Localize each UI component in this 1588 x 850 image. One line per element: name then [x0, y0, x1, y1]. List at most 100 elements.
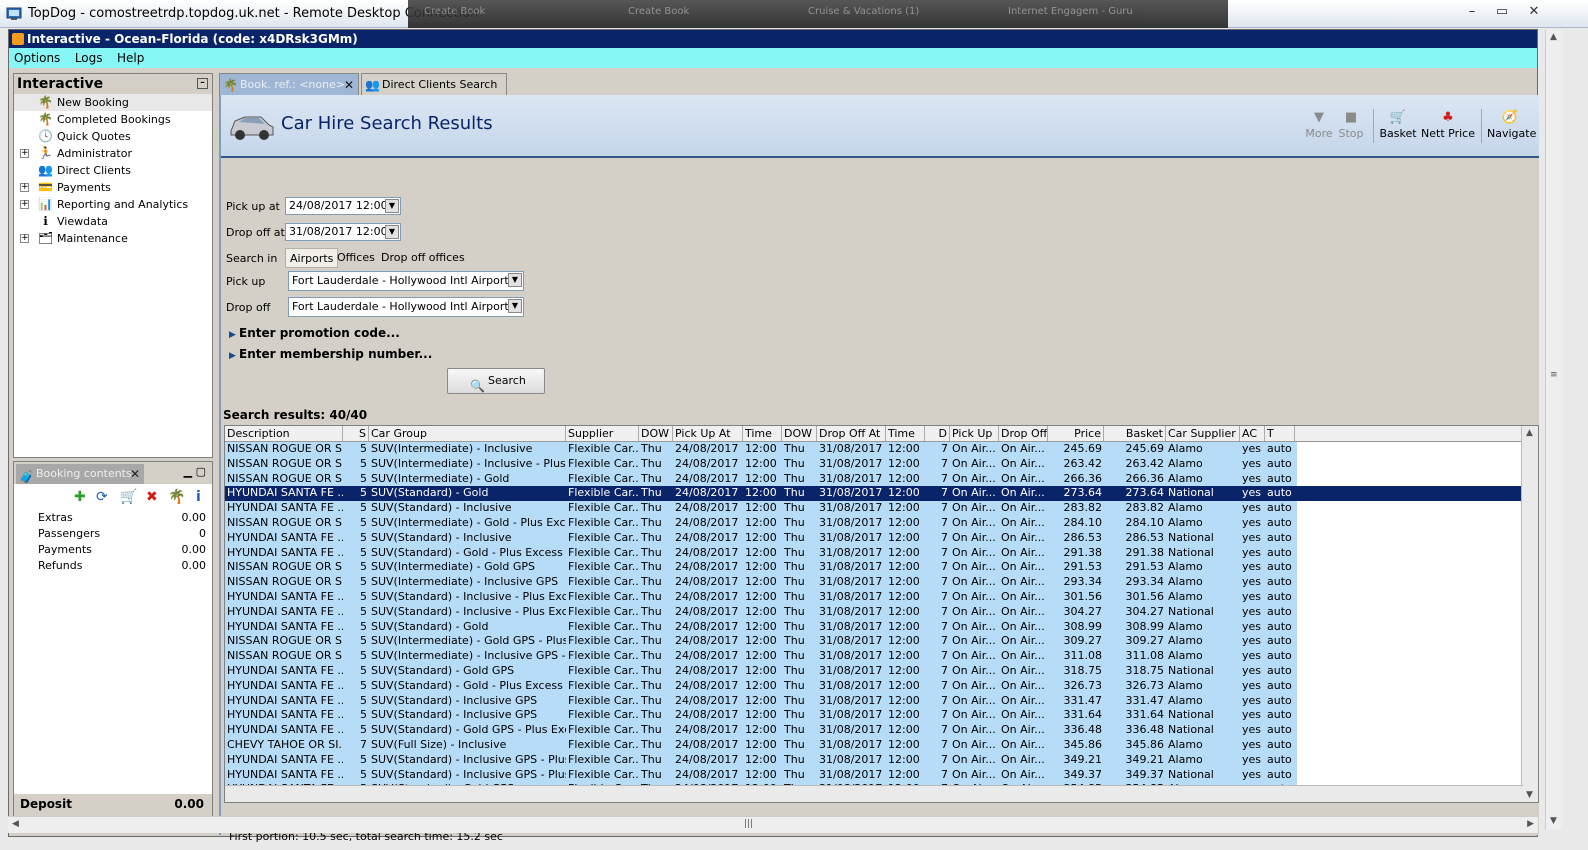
add-icon[interactable]: ✚ — [74, 489, 86, 505]
nav-item-reporting-and-analytics[interactable]: + 📊 Reporting and Analytics — [14, 196, 212, 213]
navigate-button[interactable]: 🧭 Navigate — [1487, 109, 1536, 140]
window-vertical-scrollbar[interactable]: ▲ ≡ ▼ — [1545, 30, 1562, 830]
scroll-down-icon[interactable]: ▼ — [1526, 790, 1533, 800]
basket-icon[interactable]: 🛒 — [120, 489, 137, 505]
more-button[interactable]: ▼ More — [1303, 109, 1335, 140]
scroll-up-icon[interactable]: ▲ — [1526, 428, 1533, 438]
table-row[interactable]: HYUNDAI SANTA FE ... 5 SUV(Standard) - Gol… — [225, 663, 1538, 679]
table-row[interactable]: HYUNDAI SANTA FE ... 5 SUV(Standard) - Gol… — [225, 619, 1538, 635]
pickup-datetime-field[interactable]: 24/08/2017 12:00 ▼ — [285, 197, 401, 215]
column-header[interactable]: AC — [1240, 426, 1265, 441]
expand-icon[interactable]: + — [20, 149, 29, 158]
column-header[interactable]: Supplier — [566, 426, 639, 441]
dropdown-icon[interactable]: ▼ — [508, 273, 522, 287]
column-header[interactable]: Drop Off At — [817, 426, 886, 441]
scroll-up-icon[interactable]: ▲ — [1550, 32, 1557, 42]
dropdown-icon[interactable]: ▼ — [385, 225, 399, 239]
table-row[interactable]: NISSAN ROGUE OR S... 5 SUV(Intermediate) -… — [225, 471, 1538, 487]
scroll-down-icon[interactable]: ▼ — [1550, 816, 1557, 826]
search-button[interactable]: 🔍 Search — [447, 368, 545, 394]
nett-price-button[interactable]: ♣ Nett Price — [1421, 109, 1475, 140]
membership-number-expander[interactable]: ▶ Enter membership number... — [229, 347, 432, 361]
panel-minmax-icon[interactable]: ▁ ▢ — [184, 465, 206, 478]
menu-options[interactable]: Options — [14, 51, 60, 65]
window-horizontal-scrollbar[interactable]: ◀ ||| ▶ — [8, 816, 1538, 833]
table-row[interactable]: HYUNDAI SANTA FE ... 5 SUV(Standard) - Gol… — [225, 545, 1538, 561]
table-row[interactable]: NISSAN ROGUE OR S... 5 SUV(Intermediate) -… — [225, 442, 1538, 457]
scroll-right-icon[interactable]: ▶ — [1527, 819, 1534, 829]
table-row[interactable]: NISSAN ROGUE OR S... 5 SUV(Intermediate) -… — [225, 456, 1538, 472]
table-row[interactable]: NISSAN ROGUE OR S... 5 SUV(Intermediate) -… — [225, 634, 1538, 650]
expand-icon[interactable]: + — [20, 183, 29, 192]
segment-dropoff-offices[interactable]: Drop off offices — [377, 248, 469, 268]
stop-button[interactable]: ■ Stop — [1336, 109, 1366, 140]
promotion-code-expander[interactable]: ▶ Enter promotion code... — [229, 326, 400, 340]
menu-logs[interactable]: Logs — [75, 51, 103, 65]
scroll-left-icon[interactable]: ◀ — [12, 819, 19, 829]
table-row[interactable]: HYUNDAI SANTA FE ... 5 SUV(Standard) - Gol… — [225, 723, 1538, 738]
expand-icon[interactable]: + — [20, 234, 29, 243]
dropdown-icon[interactable]: ▼ — [508, 299, 522, 313]
nav-item-new-booking[interactable]: 🌴 New Booking — [14, 94, 212, 111]
dropdown-icon[interactable]: ▼ — [385, 199, 399, 213]
nav-item-viewdata[interactable]: ℹ Viewdata — [14, 213, 212, 230]
column-header[interactable]: Drop Off — [999, 426, 1048, 441]
grid-vertical-scrollbar[interactable]: ▲ ▼ — [1521, 426, 1538, 802]
table-row[interactable]: NISSAN ROGUE OR S... 5 SUV(Intermediate) -… — [225, 575, 1538, 590]
column-header[interactable]: Basket — [1104, 426, 1166, 441]
close-icon[interactable]: ✕ — [344, 74, 354, 96]
scroll-thumb-grip-icon[interactable]: ||| — [744, 819, 753, 829]
column-header[interactable]: DOW — [782, 426, 817, 441]
dropoff-datetime-field[interactable]: 31/08/2017 12:00 ▼ — [285, 223, 401, 241]
table-row[interactable]: NISSAN ROGUE OR S... 5 SUV(Intermediate) -… — [225, 560, 1538, 576]
table-row[interactable]: HYUNDAI SANTA FE ... 5 SUV(Standard) - Inc… — [225, 501, 1538, 516]
nav-item-administrator[interactable]: + 🏃 Administrator — [14, 145, 212, 162]
refresh-icon[interactable]: ⟳ — [96, 489, 108, 505]
column-header[interactable]: T — [1265, 426, 1295, 441]
column-header[interactable]: S — [343, 426, 369, 441]
tab-book-ref[interactable]: 🌴 Book. ref.: <none> ✕ — [219, 73, 359, 95]
table-row[interactable]: HYUNDAI SANTA FE ... 5 SUV(Standard) - Inc… — [225, 589, 1538, 605]
close-icon[interactable]: ✕ — [130, 464, 140, 484]
basket-button[interactable]: 🛒 Basket — [1379, 109, 1417, 140]
column-header[interactable]: Price — [1048, 426, 1104, 441]
grid-horizontal-scrollbar[interactable] — [225, 785, 1523, 802]
table-row[interactable]: HYUNDAI SANTA FE ... 5 SUV(Standard) - Inc… — [225, 693, 1538, 709]
scroll-thumb-grip-icon[interactable]: ≡ — [1550, 370, 1558, 380]
table-row[interactable]: HYUNDAI SANTA FE ... 5 SUV(Standard) - Inc… — [225, 530, 1538, 546]
info-icon[interactable]: i — [196, 489, 201, 505]
table-row[interactable]: HYUNDAI SANTA FE ... 5 SUV(Standard) - Inc… — [225, 708, 1538, 724]
column-header[interactable]: Time — [886, 426, 925, 441]
table-row[interactable]: HYUNDAI SANTA FE ... 5 SUV(Standard) - Gol… — [225, 678, 1538, 694]
tab-direct-clients-search[interactable]: 👥 Direct Clients Search — [361, 73, 507, 95]
column-header[interactable]: Description — [225, 426, 343, 441]
table-row[interactable]: HYUNDAI SANTA FE ... 5 SUV(Standard) - Inc… — [225, 604, 1538, 620]
expand-icon[interactable]: + — [20, 200, 29, 209]
table-row[interactable]: HYUNDAI SANTA FE ... 5 SUV(Standard) - Inc… — [225, 767, 1538, 783]
column-header[interactable]: Time — [743, 426, 782, 441]
delete-icon[interactable]: ✖ — [146, 489, 158, 505]
nav-item-quick-quotes[interactable]: 🕓 Quick Quotes — [14, 128, 212, 145]
nav-item-completed-bookings[interactable]: 🌴 Completed Bookings — [14, 111, 212, 128]
column-header[interactable]: Car Group — [369, 426, 566, 441]
table-row[interactable]: CHEVY TAHOE OR SI... 7 SUV(Full Size) - In… — [225, 737, 1538, 753]
nav-item-payments[interactable]: + 💳 Payments — [14, 179, 212, 196]
segment-offices[interactable]: Offices — [333, 248, 379, 268]
collapse-icon[interactable]: – — [197, 78, 208, 89]
pickup-location-select[interactable]: Fort Lauderdale - Hollywood Intl Airport… — [288, 271, 524, 291]
table-row[interactable]: NISSAN ROGUE OR S... 5 SUV(Intermediate) -… — [225, 649, 1538, 664]
segment-airports[interactable]: Airports — [285, 248, 339, 268]
column-header[interactable]: DOW — [639, 426, 673, 441]
column-header[interactable]: D — [925, 426, 950, 441]
nav-item-direct-clients[interactable]: 👥 Direct Clients — [14, 162, 212, 179]
menu-help[interactable]: Help — [117, 51, 144, 65]
column-header[interactable]: Pick Up — [950, 426, 999, 441]
maximize-button[interactable]: ▭ — [1488, 2, 1516, 22]
table-row[interactable]: NISSAN ROGUE OR S... 5 SUV(Intermediate) -… — [225, 515, 1538, 531]
column-header[interactable]: Car Supplier — [1166, 426, 1240, 441]
table-row[interactable]: HYUNDAI SANTA FE ... 5 SUV(Standard) - Gol… — [225, 486, 1538, 502]
table-row[interactable]: HYUNDAI SANTA FE ... 5 SUV(Standard) - Inc… — [225, 752, 1538, 768]
minimize-button[interactable]: – — [1458, 2, 1486, 22]
palm-tree-icon[interactable]: 🌴 — [168, 489, 185, 505]
nav-item-maintenance[interactable]: + 🗂 Maintenance — [14, 230, 212, 247]
